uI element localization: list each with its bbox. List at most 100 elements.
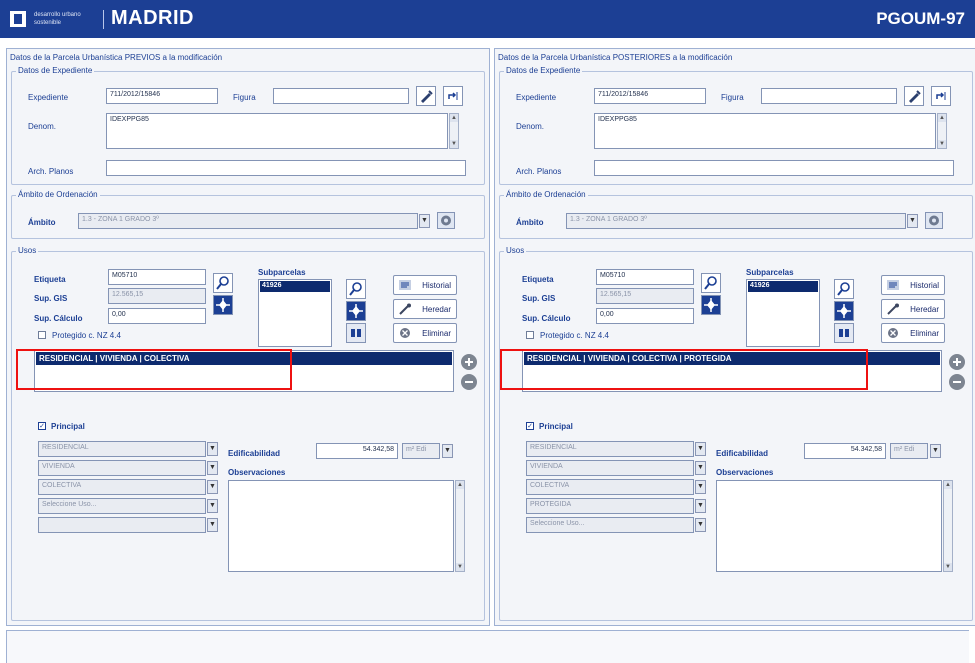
observaciones-label: Observaciones [228,468,286,477]
etiqueta-field[interactable]: M05710 [596,269,694,285]
remove-icon[interactable] [461,374,477,390]
link-icon[interactable] [443,86,463,106]
scroll-up-icon[interactable]: ▲ [938,114,946,122]
arch-planos-field[interactable] [594,160,954,176]
sup-calculo-field[interactable]: 0,00 [596,308,694,324]
uso-combo-4[interactable]: PROTEGIDA [526,498,694,514]
observaciones-field[interactable] [716,480,942,572]
edit-icon[interactable] [904,86,924,106]
ambito-group: Ámbito de Ordenación Ámbito 1.3 - ZONA 1… [499,190,973,239]
locate-icon[interactable] [213,295,233,315]
observaciones-scrollbar[interactable]: ▲ ▼ [943,480,953,572]
arch-planos-field[interactable] [106,160,466,176]
expediente-field[interactable]: 711/2012/15846 [106,88,218,104]
etiqueta-field[interactable]: M05710 [108,269,206,285]
eliminar-label: Eliminar [422,329,451,338]
chevron-down-icon[interactable]: ▼ [442,444,453,458]
chevron-down-icon[interactable]: ▼ [907,214,918,228]
list-item[interactable]: 41926 [748,281,818,292]
protegido-checkbox[interactable] [38,331,46,339]
scroll-up-icon[interactable]: ▲ [456,481,464,489]
historial-button[interactable]: Historial [881,275,945,295]
chevron-down-icon[interactable]: ▼ [930,444,941,458]
split-icon[interactable] [834,323,854,343]
uso-combo-5[interactable] [38,517,206,533]
sup-calculo-field[interactable]: 0,00 [108,308,206,324]
uso-combo-1[interactable]: RESIDENCIAL [526,441,694,457]
map-icon[interactable] [437,212,455,229]
edificabilidad-field[interactable]: 54.342,58 [804,443,886,459]
chevron-down-icon[interactable]: ▼ [207,442,218,456]
uso-combo-2[interactable]: VIVIENDA [526,460,694,476]
scroll-up-icon[interactable]: ▲ [944,481,952,489]
chevron-down-icon[interactable]: ▼ [695,480,706,494]
scroll-up-icon[interactable]: ▲ [450,114,458,122]
scroll-down-icon[interactable]: ▼ [456,563,464,571]
uso-combo-4[interactable]: Seleccione Uso... [38,498,206,514]
chevron-down-icon[interactable]: ▼ [695,518,706,532]
edit-icon[interactable] [416,86,436,106]
uso-combo-3[interactable]: COLECTIVA [526,479,694,495]
chevron-down-icon[interactable]: ▼ [695,499,706,513]
expediente-field[interactable]: 711/2012/15846 [594,88,706,104]
chevron-down-icon[interactable]: ▼ [207,518,218,532]
figura-field[interactable] [273,88,409,104]
observaciones-scrollbar[interactable]: ▲ ▼ [455,480,465,572]
uso-combo-5[interactable]: Seleccione Uso... [526,517,694,533]
link-icon[interactable] [931,86,951,106]
ambito-select[interactable]: 1.3 - ZONA 1 GRADO 3º [78,213,418,229]
etiqueta-label: Etiqueta [522,275,554,284]
protegido-label: Protegido c. NZ 4.4 [52,331,121,340]
add-icon[interactable] [949,354,965,370]
chevron-down-icon[interactable]: ▼ [207,480,218,494]
ambito-select[interactable]: 1.3 - ZONA 1 GRADO 3º [566,213,906,229]
remove-icon[interactable] [949,374,965,390]
locate-icon[interactable] [346,301,366,321]
heredar-label: Heredar [422,305,451,314]
heredar-button[interactable]: Heredar [393,299,457,319]
edificabilidad-field[interactable]: 54.342,58 [316,443,398,459]
denom-scrollbar[interactable]: ▲ ▼ [937,113,947,149]
scroll-down-icon[interactable]: ▼ [450,140,458,148]
subparcelas-list[interactable]: 41926 [258,279,332,347]
uso-combo-2[interactable]: VIVIENDA [38,460,206,476]
unit-select[interactable]: m² Edi [402,443,440,459]
chevron-down-icon[interactable]: ▼ [419,214,430,228]
denom-scrollbar[interactable]: ▲ ▼ [449,113,459,149]
search-icon[interactable] [834,279,854,299]
search-icon[interactable] [701,273,721,293]
observaciones-field[interactable] [228,480,454,572]
locate-icon[interactable] [701,295,721,315]
principal-label: Principal [539,422,573,431]
chevron-down-icon[interactable]: ▼ [207,499,218,513]
figura-field[interactable] [761,88,897,104]
subparcelas-list[interactable]: 41926 [746,279,820,347]
add-icon[interactable] [461,354,477,370]
eliminar-button[interactable]: Eliminar [881,323,945,343]
search-icon[interactable] [213,273,233,293]
list-item[interactable]: 41926 [260,281,330,292]
delete-icon [400,328,410,338]
panel-posteriores: Datos de la Parcela Urbanística POSTERIO… [494,48,975,626]
chevron-down-icon[interactable]: ▼ [207,461,218,475]
locate-icon[interactable] [834,301,854,321]
denom-field[interactable]: IDEXPPG85 [594,113,936,149]
protegido-checkbox[interactable] [526,331,534,339]
denom-field[interactable]: IDEXPPG85 [106,113,448,149]
etiqueta-label: Etiqueta [34,275,66,284]
scroll-down-icon[interactable]: ▼ [938,140,946,148]
search-icon[interactable] [346,279,366,299]
chevron-down-icon[interactable]: ▼ [695,442,706,456]
uso-combo-3[interactable]: COLECTIVA [38,479,206,495]
map-icon[interactable] [925,212,943,229]
eliminar-button[interactable]: Eliminar [393,323,457,343]
scroll-down-icon[interactable]: ▼ [944,563,952,571]
split-icon[interactable] [346,323,366,343]
principal-checkbox[interactable]: ✓ [38,422,46,430]
principal-checkbox[interactable]: ✓ [526,422,534,430]
historial-button[interactable]: Historial [393,275,457,295]
unit-select[interactable]: m² Edi [890,443,928,459]
chevron-down-icon[interactable]: ▼ [695,461,706,475]
heredar-button[interactable]: Heredar [881,299,945,319]
uso-combo-1[interactable]: RESIDENCIAL [38,441,206,457]
